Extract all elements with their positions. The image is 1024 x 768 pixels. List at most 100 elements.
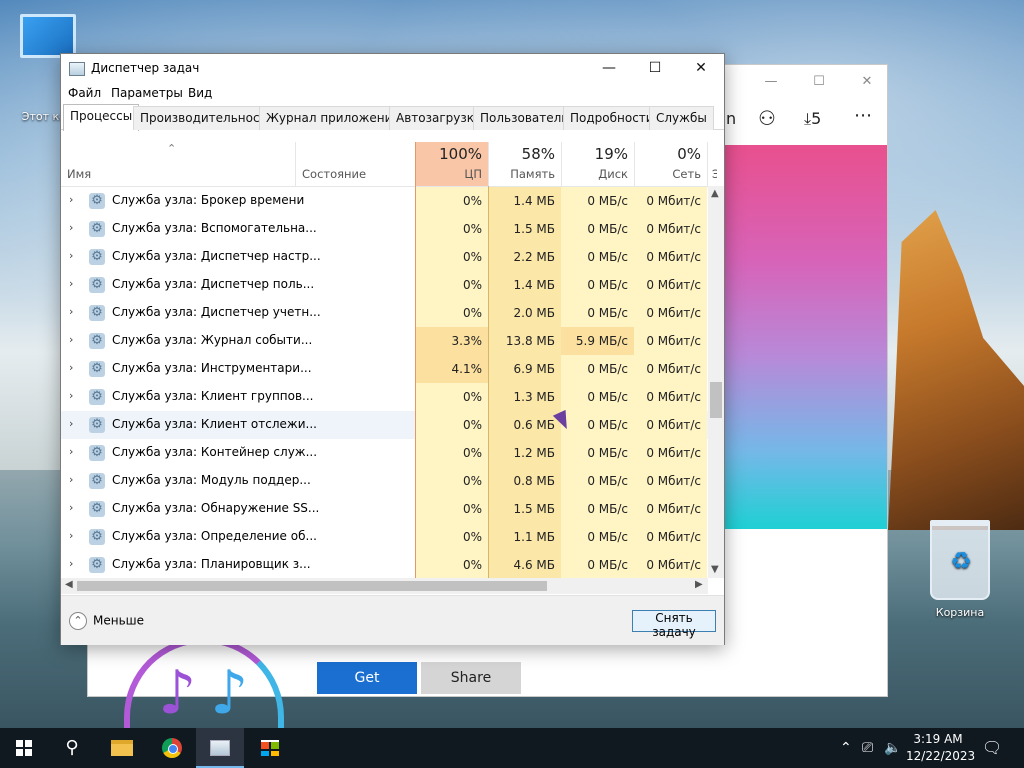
downloads-button[interactable]: ⤓5 bbox=[804, 109, 821, 129]
table-row[interactable]: › ⚙ Служба узла: Клиент группов... 0% 1.3 МБ… bbox=[61, 383, 708, 411]
chevron-right-icon[interactable]: › bbox=[69, 417, 73, 430]
task-manager-taskbar-button[interactable] bbox=[196, 728, 244, 768]
table-row[interactable]: › ⚙ Служба узла: Диспетчер настр... 0% 2.2 М… bbox=[61, 243, 708, 271]
chevron-right-icon[interactable]: › bbox=[69, 249, 73, 262]
share-button[interactable]: Share bbox=[421, 662, 521, 694]
clock-time: 3:19 AM bbox=[913, 732, 963, 746]
gear-icon: ⚙ bbox=[89, 473, 105, 489]
tab-users[interactable]: Пользователи bbox=[473, 106, 577, 130]
table-row[interactable]: › ⚙ Служба узла: Диспетчер поль... 0% 1.4 МБ… bbox=[61, 271, 708, 299]
start-button[interactable] bbox=[0, 728, 48, 768]
chevron-right-icon[interactable]: › bbox=[69, 333, 73, 346]
gear-icon: ⚙ bbox=[89, 193, 105, 209]
fewer-details-button[interactable]: ⌃ Меньше bbox=[69, 612, 144, 630]
system-clock[interactable]: 3:19 AM 12/22/2023 bbox=[906, 731, 975, 765]
table-row[interactable]: › ⚙ Служба узла: Модуль поддер... 0% 0.8 МБ 0… bbox=[61, 467, 708, 495]
table-row[interactable]: › ⚙ Служба узла: Клиент отслежи... 0% 0.6 МБ… bbox=[61, 411, 708, 439]
end-task-button[interactable]: Снять задачу bbox=[632, 610, 716, 639]
tab-strip: Процессы Производительность Журнал прило… bbox=[61, 104, 724, 131]
tab-app-history[interactable]: Журнал приложений bbox=[259, 106, 408, 130]
chevron-right-icon[interactable]: › bbox=[69, 529, 73, 542]
cpu-cell: 0% bbox=[415, 551, 488, 578]
scroll-down-icon[interactable]: ▼ bbox=[711, 564, 719, 575]
table-row[interactable]: › ⚙ Служба узла: Обнаружение SS... 0% 1.5 МБ… bbox=[61, 495, 708, 523]
menu-file[interactable]: Файл bbox=[68, 86, 101, 100]
chrome-button[interactable] bbox=[148, 728, 196, 768]
table-row[interactable]: › ⚙ Служба узла: Журнал событи... 3.3% 13.8 … bbox=[61, 327, 708, 355]
task-manager-icon bbox=[210, 740, 230, 756]
minimize-icon[interactable]: — bbox=[586, 54, 632, 84]
table-row[interactable]: › ⚙ Служба узла: Инструментари... 4.1% 6.9 М… bbox=[61, 355, 708, 383]
gear-icon: ⚙ bbox=[89, 557, 105, 573]
horizontal-scrollbar[interactable]: ◀ ▶ bbox=[61, 578, 708, 594]
process-name: Служба узла: Брокер времени bbox=[112, 193, 305, 207]
chevron-right-icon[interactable]: › bbox=[69, 389, 73, 402]
minimize-icon[interactable]: — bbox=[748, 71, 794, 93]
scroll-right-icon[interactable]: ▶ bbox=[695, 579, 703, 590]
close-icon[interactable]: ✕ bbox=[678, 54, 724, 84]
volume-muted-icon[interactable]: 🔈 bbox=[884, 728, 901, 768]
more-icon[interactable]: ⋯ bbox=[854, 105, 872, 126]
menu-options[interactable]: Параметры bbox=[111, 86, 183, 100]
chevron-right-icon[interactable]: › bbox=[69, 305, 73, 318]
column-network[interactable]: 0% Сеть bbox=[634, 142, 707, 186]
table-row[interactable]: › ⚙ Служба узла: Планировщик з... 0% 4.6 МБ 0… bbox=[61, 551, 708, 578]
tab-services[interactable]: Службы bbox=[649, 106, 714, 130]
column-name[interactable]: Имя bbox=[61, 142, 295, 186]
table-row[interactable]: › ⚙ Служба узла: Вспомогательна... 0% 1.5 МБ… bbox=[61, 215, 708, 243]
chevron-right-icon[interactable]: › bbox=[69, 501, 73, 514]
chevron-right-icon[interactable]: › bbox=[69, 221, 73, 234]
disk-cell: 0 МБ/с bbox=[561, 355, 634, 383]
desktop-icon-recycle-bin[interactable]: ♻ Корзина bbox=[920, 520, 1000, 619]
memory-cell: 1.5 МБ bbox=[488, 495, 561, 523]
maximize-icon[interactable]: ☐ bbox=[796, 71, 842, 93]
cpu-cell: 0% bbox=[415, 299, 488, 327]
menu-view[interactable]: Вид bbox=[188, 86, 212, 100]
network-cell: 0 Мбит/с bbox=[634, 215, 707, 243]
network-cell: 0 Мбит/с bbox=[634, 467, 707, 495]
chevron-right-icon[interactable]: › bbox=[69, 445, 73, 458]
network-icon[interactable]: ⎚ bbox=[862, 728, 873, 768]
scroll-left-icon[interactable]: ◀ bbox=[65, 579, 73, 590]
chevron-right-icon[interactable]: › bbox=[69, 557, 73, 570]
get-button[interactable]: Get bbox=[317, 662, 417, 694]
column-extra[interactable]: Э bbox=[707, 142, 717, 186]
chevron-right-icon[interactable]: › bbox=[69, 473, 73, 486]
table-row[interactable]: › ⚙ Служба узла: Контейнер служ... 0% 1.2 МБ… bbox=[61, 439, 708, 467]
table-row[interactable]: › ⚙ Служба узла: Брокер времени 0% 1.4 МБ 0 М… bbox=[61, 187, 708, 215]
search-button[interactable]: ⚲ bbox=[48, 728, 96, 768]
process-name: Служба узла: Вспомогательна... bbox=[112, 221, 317, 235]
vertical-scrollbar[interactable]: ▲ ▼ bbox=[708, 186, 724, 578]
chevron-right-icon[interactable]: › bbox=[69, 277, 73, 290]
maximize-icon[interactable]: ☐ bbox=[632, 54, 678, 84]
task-manager-window: Диспетчер задач — ☐ ✕ Файл Параметры Вид… bbox=[60, 53, 725, 645]
table-row[interactable]: › ⚙ Служба узла: Диспетчер учетн... 0% 2.0 М… bbox=[61, 299, 708, 327]
chevron-right-icon[interactable]: › bbox=[69, 361, 73, 374]
scroll-up-icon[interactable]: ▲ bbox=[711, 188, 719, 199]
disk-cell: 0 МБ/с bbox=[561, 271, 634, 299]
close-icon[interactable]: ✕ bbox=[844, 71, 890, 93]
tab-details[interactable]: Подробности bbox=[563, 106, 661, 130]
column-state[interactable]: Состояние bbox=[295, 142, 415, 186]
network-cell: 0 Мбит/с bbox=[634, 243, 707, 271]
notifications-icon[interactable]: 🗨 bbox=[982, 728, 1002, 768]
scroll-thumb[interactable] bbox=[710, 382, 722, 418]
cpu-cell: 0% bbox=[415, 243, 488, 271]
scroll-thumb[interactable] bbox=[77, 581, 547, 591]
network-cell: 0 Мбит/с bbox=[634, 411, 707, 439]
chevron-right-icon[interactable]: › bbox=[69, 193, 73, 206]
window-title: Диспетчер задач bbox=[91, 61, 200, 75]
titlebar[interactable]: Диспетчер задач — ☐ ✕ bbox=[61, 54, 724, 84]
column-disk[interactable]: 19% Диск bbox=[561, 142, 634, 186]
store-taskbar-button[interactable] bbox=[246, 728, 294, 768]
column-memory[interactable]: 58% Память bbox=[488, 142, 561, 186]
cpu-column-divider bbox=[415, 142, 416, 578]
account-icon[interactable]: ⚇ bbox=[758, 106, 776, 130]
chevron-up-icon[interactable]: ⌃ bbox=[840, 728, 852, 768]
tab-processes[interactable]: Процессы bbox=[63, 104, 140, 131]
file-explorer-button[interactable] bbox=[98, 728, 146, 768]
disk-cell: 0 МБ/с bbox=[561, 187, 634, 215]
table-row[interactable]: › ⚙ Служба узла: Определение об... 0% 1.1 МБ… bbox=[61, 523, 708, 551]
column-cpu[interactable]: 100% ЦП bbox=[415, 142, 488, 186]
disk-cell: 0 МБ/с bbox=[561, 383, 634, 411]
